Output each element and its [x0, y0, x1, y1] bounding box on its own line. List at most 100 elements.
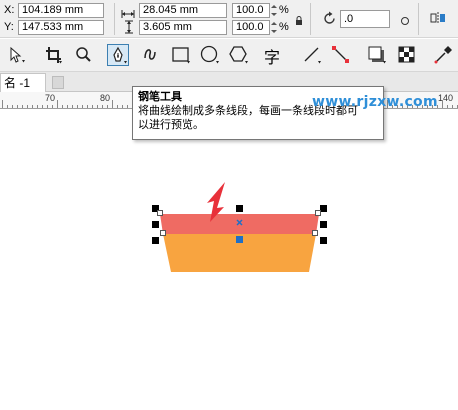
pen-tool[interactable]: [107, 44, 129, 66]
rectangle-tool[interactable]: [170, 44, 192, 66]
ruler-tick: [447, 105, 448, 108]
connector-tool[interactable]: [330, 44, 352, 66]
mirror-icon[interactable]: [430, 11, 446, 30]
selection-handle-top-right[interactable]: [320, 205, 327, 212]
drop-shadow-icon: [368, 46, 386, 64]
rotation-icon: [322, 11, 337, 31]
percent-y-label: %: [279, 21, 289, 33]
ruler-tick: [452, 105, 453, 108]
selection-handle-top-center[interactable]: [236, 205, 243, 212]
x-position-field[interactable]: 104.189 mm: [18, 3, 104, 18]
ruler-tick: [17, 105, 18, 108]
ruler-tick: [122, 105, 123, 108]
crop-tool[interactable]: [43, 44, 65, 66]
eyedropper-icon: [434, 46, 452, 64]
drop-shadow-tool[interactable]: [366, 44, 388, 66]
ruler-tick: [52, 105, 53, 108]
zoom-tool[interactable]: [73, 44, 95, 66]
ruler-tick: [2, 100, 3, 108]
eyedropper-tool[interactable]: [432, 44, 454, 66]
ruler-tick: [117, 105, 118, 108]
ruler-tick: [127, 105, 128, 108]
ruler-tick: [112, 100, 113, 108]
width-field[interactable]: 28.045 mm: [139, 3, 227, 18]
polygon-tool[interactable]: [228, 44, 250, 66]
separator: [310, 3, 311, 35]
ellipse-icon: [200, 45, 219, 64]
circle-option-icon[interactable]: [400, 13, 410, 31]
ruler-tick: [57, 100, 58, 108]
ruler-tick: [72, 105, 73, 108]
dimension-tool[interactable]: [301, 44, 323, 66]
connector-icon: [332, 46, 349, 63]
ruler-tick: [82, 105, 83, 108]
separator: [418, 3, 419, 35]
percent-x-label: %: [279, 4, 289, 16]
y-position-field[interactable]: 147.533 mm: [18, 20, 104, 35]
ruler-tick: [92, 105, 93, 108]
selection-handle-middle-left[interactable]: [152, 221, 159, 228]
property-bar: X: 104.189 mm Y: 147.533 mm 28.045 mm 3.…: [0, 0, 458, 38]
height-icon: [124, 20, 134, 39]
hexagon-icon: [229, 46, 248, 64]
canvas-drawing: [160, 182, 319, 272]
crop-icon: [46, 47, 62, 64]
separator: [114, 3, 115, 35]
ruler-tick: [77, 105, 78, 108]
scale-x-spinner[interactable]: [270, 3, 277, 18]
center-square-marker: [236, 236, 243, 243]
lock-ratio-icon[interactable]: [295, 13, 303, 31]
artistic-curve-icon: [144, 49, 156, 60]
ruler-tick: [62, 105, 63, 108]
scale-y-spinner[interactable]: [270, 20, 277, 35]
document-tab[interactable]: 名 -1: [0, 73, 46, 92]
node-handle[interactable]: [312, 230, 318, 236]
ruler-tick: [442, 100, 443, 108]
corel-window: X: 104.189 mm Y: 147.533 mm 28.045 mm 3.…: [0, 0, 458, 410]
scale-y-field[interactable]: 100.0: [232, 20, 270, 35]
ruler-tick: [7, 105, 8, 108]
selection-handle-bottom-right[interactable]: [320, 237, 327, 244]
selection-handle-middle-right[interactable]: [320, 221, 327, 228]
rectangle-icon: [172, 47, 190, 64]
pick-tool[interactable]: [6, 44, 28, 66]
dimension-line-icon: [304, 47, 321, 64]
ruler-tick: [67, 105, 68, 108]
pick-arrow-icon: [10, 46, 25, 63]
ruler-tick: [102, 105, 103, 108]
rotation-field[interactable]: .0: [340, 10, 390, 28]
node-handle[interactable]: [315, 210, 321, 216]
ruler-tick: [107, 105, 108, 108]
ellipse-tool[interactable]: [199, 44, 221, 66]
ruler-tick: [37, 105, 38, 108]
drawing-canvas[interactable]: [0, 110, 458, 410]
artistic-media-tool[interactable]: [139, 44, 161, 66]
node-handle[interactable]: [160, 230, 166, 236]
ruler-label: 80: [100, 93, 111, 103]
tooltip-description-line2: 以进行预览。: [138, 119, 204, 131]
node-handle[interactable]: [157, 210, 163, 216]
new-tab-button[interactable]: [52, 76, 64, 89]
y-label: Y:: [4, 21, 14, 33]
ruler-tick: [47, 105, 48, 108]
trapezoid-shape-top[interactable]: [160, 214, 319, 234]
transparency-tool[interactable]: [396, 44, 418, 66]
ruler-tick: [12, 105, 13, 108]
ruler-label: 70: [45, 93, 56, 103]
ruler-tick: [87, 105, 88, 108]
ruler-tick: [97, 105, 98, 108]
watermark: www.rjzxw.com: [312, 94, 438, 110]
checkerboard-icon: [398, 46, 415, 63]
zoom-icon: [76, 47, 91, 62]
scale-x-field[interactable]: 100.0: [232, 3, 270, 18]
x-label: X:: [4, 4, 15, 16]
ruler-label: 140: [438, 93, 454, 103]
height-field[interactable]: 3.605 mm: [139, 20, 227, 35]
ruler-tick: [22, 105, 23, 108]
toolbox: 字: [0, 39, 458, 72]
selection-handle-bottom-left[interactable]: [152, 237, 159, 244]
text-tool[interactable]: 字: [262, 44, 284, 67]
ruler-tick: [27, 105, 28, 108]
text-tool-glyph: 字: [264, 48, 281, 67]
pen-nib-icon: [113, 46, 127, 64]
